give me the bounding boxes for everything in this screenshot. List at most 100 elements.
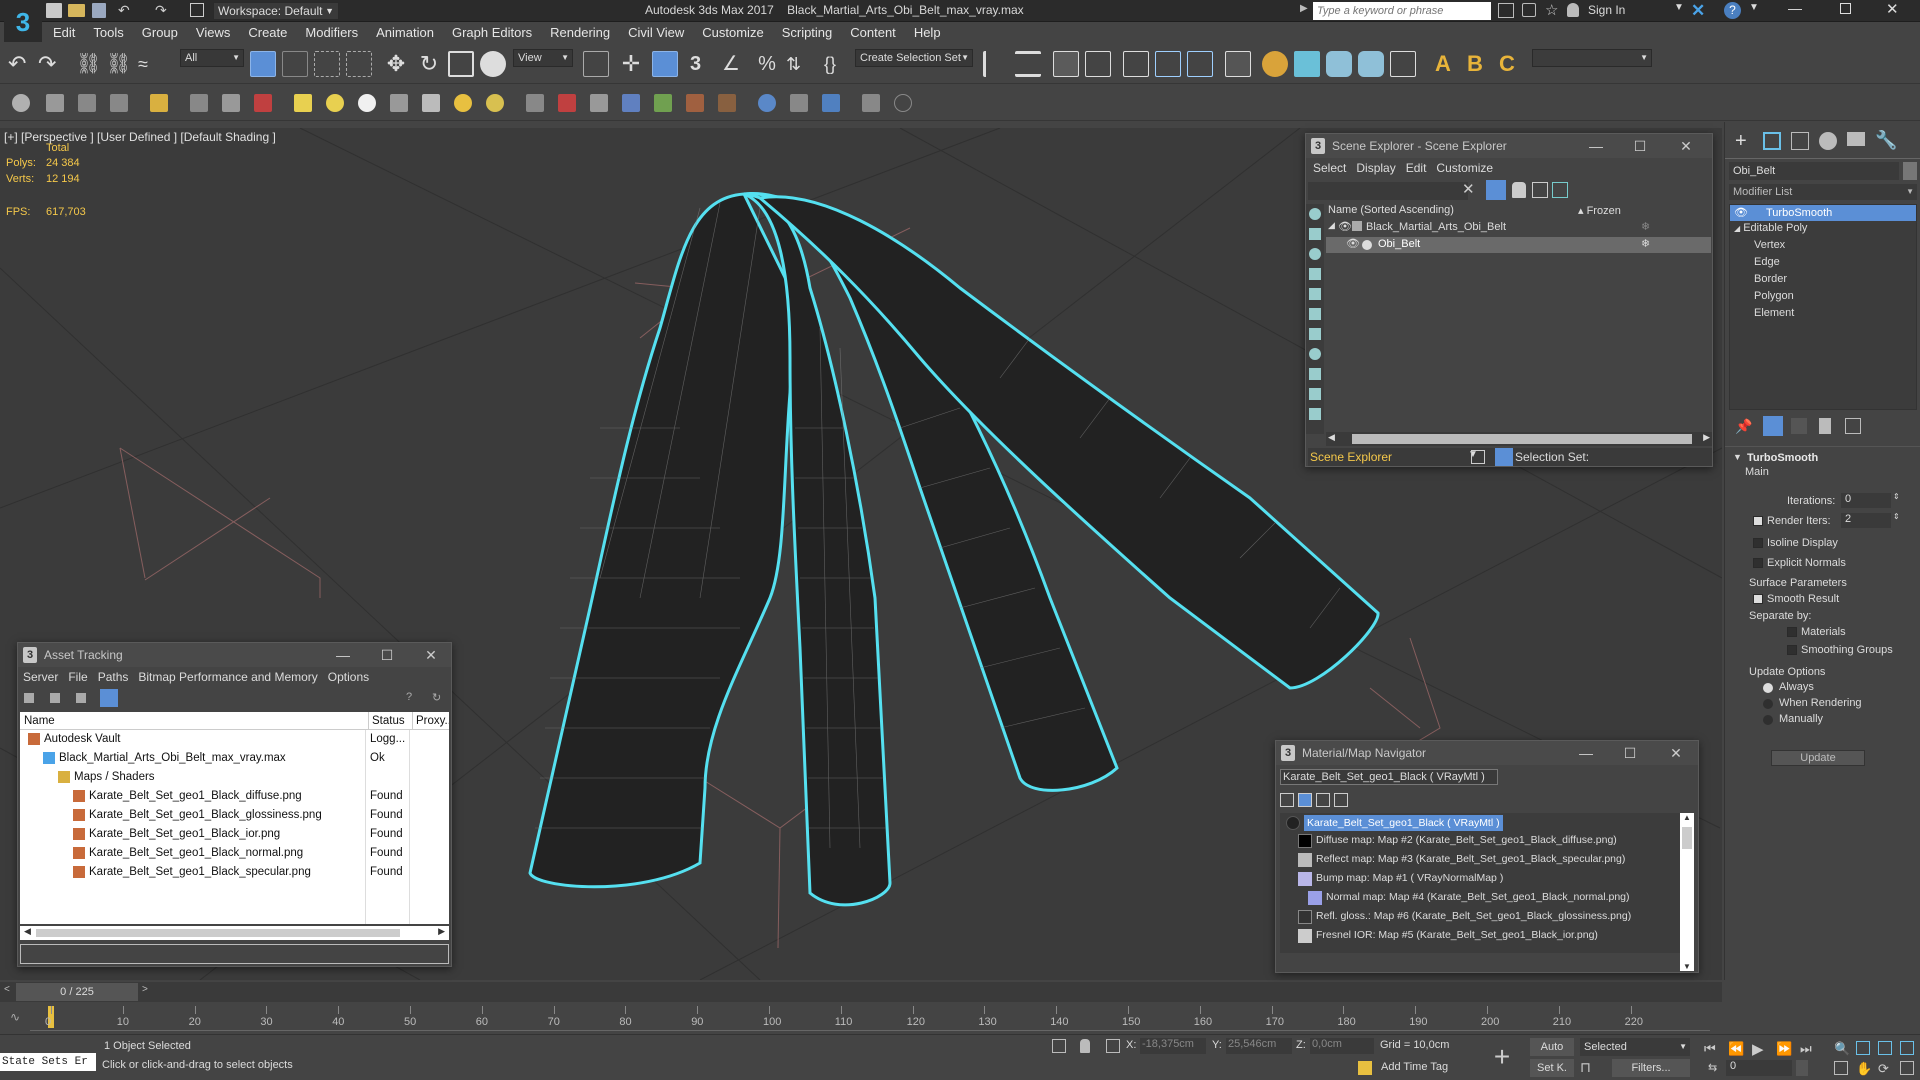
select-object-icon[interactable] (250, 51, 276, 77)
restore-button[interactable] (1840, 3, 1851, 14)
next-frame-icon[interactable]: ⏩ (1776, 1041, 1792, 1057)
eye-icon[interactable]: 👁 (1338, 220, 1352, 233)
menu-edit[interactable]: Edit (1401, 158, 1432, 178)
make-unique-icon[interactable] (1791, 418, 1807, 434)
close-button[interactable]: ✕ (419, 643, 443, 667)
time-tag-icon[interactable] (1358, 1061, 1372, 1075)
redo-icon[interactable]: ↷ (155, 2, 167, 19)
key-filters-button[interactable]: Filters... (1612, 1059, 1690, 1077)
vray-light-icon[interactable] (294, 94, 312, 112)
small-icons-icon[interactable] (50, 693, 60, 703)
when-rendering-radio[interactable] (1763, 699, 1773, 709)
maximize-viewport-icon[interactable] (1900, 1061, 1914, 1075)
view-small-icons-icon[interactable] (1316, 793, 1330, 807)
spacewarp-tool-icon[interactable] (254, 94, 272, 112)
star-icon[interactable]: ☆ (1545, 1, 1558, 19)
maxscript-listener-field[interactable]: State Sets Er (0, 1053, 96, 1071)
help-icon[interactable]: ? (1724, 2, 1741, 19)
select-manipulate-icon[interactable]: ✛ (618, 51, 644, 77)
show-end-result-icon[interactable] (1763, 416, 1783, 436)
auto-key-button[interactable]: Auto (1530, 1038, 1574, 1056)
hierarchy-tab-icon[interactable] (1791, 132, 1809, 150)
undo-icon[interactable]: ↶ (8, 51, 34, 77)
align-icon[interactable] (1015, 51, 1041, 77)
asset-row[interactable]: Karate_Belt_Set_geo1_Black_normal.png Fou… (20, 844, 449, 863)
scene-explorer-titlebar[interactable]: 3 Scene Explorer - Scene Explorer — ☐ ✕ (1306, 134, 1712, 158)
vray-help-icon[interactable] (894, 94, 912, 112)
reference-coordinate-dropdown[interactable]: View ▼ (513, 49, 573, 67)
subobject-polygon[interactable]: Polygon (1754, 290, 1794, 302)
hierarchy-icon[interactable] (1532, 182, 1548, 198)
undo-icon[interactable]: ↶ (118, 2, 130, 19)
place-icon[interactable] (480, 51, 506, 77)
sphere-tool-icon[interactable] (12, 94, 30, 112)
scale-icon[interactable] (448, 51, 474, 77)
app-logo[interactable]: 3 (4, 2, 42, 42)
xref-filter-icon[interactable] (1309, 348, 1321, 360)
helper-filter-icon[interactable] (1309, 288, 1321, 300)
autodesk-exchange-icon[interactable]: ✕ (1691, 1, 1705, 21)
rectangular-selection-icon[interactable] (314, 51, 340, 77)
vray-lister-icon[interactable] (862, 94, 880, 112)
chevron-down-icon[interactable]: ▼ (1749, 2, 1759, 13)
material-navigator-titlebar[interactable]: 3 Material/Map Navigator — ☐ ✕ (1276, 741, 1698, 765)
eye-icon[interactable]: 👁 (1734, 205, 1748, 221)
menu-animation[interactable]: Animation (367, 22, 443, 44)
menu-paths[interactable]: Paths (93, 667, 134, 687)
snaps-toggle-icon[interactable]: 3 (690, 51, 716, 77)
refresh-icon[interactable]: ↻ (432, 691, 441, 704)
goto-end-icon[interactable]: ⏭ (1800, 1041, 1812, 1057)
vray-clipper-icon[interactable] (654, 94, 672, 112)
asset-row[interactable]: Karate_Belt_Set_geo1_Black_specular.png F… (20, 863, 449, 882)
play-icon[interactable]: ▶ (1752, 1040, 1764, 1058)
render-production-icon[interactable] (1326, 51, 1352, 77)
render-iters-spinner[interactable]: 2 (1841, 513, 1891, 528)
expand-arrow-icon[interactable]: ◢ (1328, 220, 1335, 231)
key-filter-dropdown[interactable]: Selected ▼ (1580, 1038, 1690, 1056)
material-vertical-scrollbar[interactable]: ▲ ▼ (1680, 813, 1694, 971)
menu-group[interactable]: Group (133, 22, 187, 44)
frame-counter[interactable]: 0 / 225 (16, 983, 138, 1001)
zoom-all-icon[interactable] (1856, 1041, 1870, 1055)
chevron-down-icon[interactable]: ▼ (1674, 2, 1684, 13)
render-cloud-icon[interactable] (1390, 51, 1416, 77)
edit-named-selection-icon[interactable]: {} (824, 51, 850, 77)
helper-tool-icon[interactable] (222, 94, 240, 112)
link-icon[interactable]: ⛓ (76, 51, 102, 77)
light-tool-icon[interactable] (150, 94, 168, 112)
scroll-left-icon[interactable]: ◀ (1328, 432, 1335, 443)
toolbar-empty-dropdown[interactable]: ▼ (1532, 49, 1652, 67)
scroll-right-icon[interactable]: ▶ (1703, 432, 1710, 443)
menu-rendering[interactable]: Rendering (541, 22, 619, 44)
vray-mesh-light-icon[interactable] (486, 94, 504, 112)
iterations-spinner[interactable]: 0 (1841, 493, 1891, 508)
angle-snap-icon[interactable]: ∠ (722, 51, 748, 77)
x-coord-field[interactable]: -18,375cm (1140, 1038, 1206, 1054)
pivot-center-icon[interactable] (583, 51, 609, 77)
set-key-button[interactable]: Set K. (1530, 1059, 1574, 1077)
scroll-down-icon[interactable]: ▼ (1683, 962, 1691, 971)
project-icon[interactable] (190, 3, 204, 17)
sign-in-link[interactable]: Sign In (1588, 3, 1625, 17)
frozen-filter-icon[interactable] (1309, 408, 1321, 420)
minimize-button[interactable]: — (331, 643, 355, 667)
vray-dome-camera-icon[interactable] (790, 94, 808, 112)
vray-plane-icon[interactable] (590, 94, 608, 112)
render-iterative-icon[interactable] (1358, 51, 1384, 77)
scene-explorer-toggle-icon[interactable] (1053, 51, 1079, 77)
box-tool-icon[interactable] (46, 94, 64, 112)
camera-filter-icon[interactable] (1309, 268, 1321, 280)
col-proxy-header[interactable]: Proxy... (412, 712, 449, 730)
open-file-icon[interactable] (68, 4, 85, 17)
grid-tool-icon[interactable] (110, 94, 128, 112)
add-time-tag-label[interactable]: Add Time Tag (1381, 1061, 1448, 1073)
list-view-icon[interactable] (24, 693, 34, 703)
mini-curve-editor-icon[interactable]: ∿ (10, 1010, 20, 1024)
subobject-border[interactable]: Border (1754, 273, 1787, 285)
smoothing-groups-checkbox[interactable] (1787, 645, 1797, 655)
minimize-button[interactable]: — (1584, 134, 1608, 158)
asset-row[interactable]: Karate_Belt_Set_geo1_Black_ior.png Found (20, 825, 449, 844)
stack-item-editable-poly[interactable]: ◢ Editable Poly (1734, 222, 1807, 234)
vray-sphere-icon[interactable] (622, 94, 640, 112)
materials-checkbox[interactable] (1787, 627, 1797, 637)
